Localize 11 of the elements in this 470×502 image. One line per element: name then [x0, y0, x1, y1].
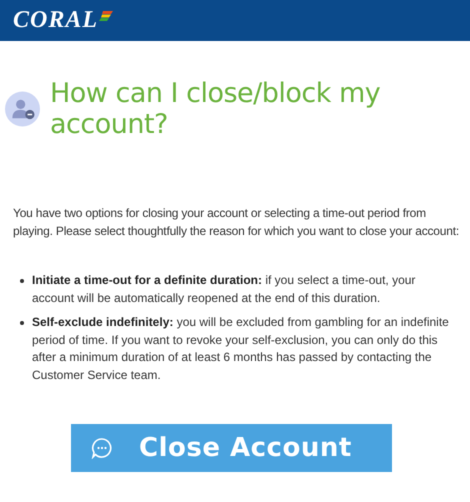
option-paragraph: Self-exclude indefinitely: you will be excluded from gambling for an indefinite period of time. If you want to revoke your self-exclusion, you can only do this after a minimum duration of at least 6 months has passed by contacting the Customer Service team.	[32, 314, 450, 384]
option-paragraph: Initiate a time-out for a definite duration: if you select a time-out, your account will be automatically reopened at the end of this duration.	[32, 272, 416, 306]
flag-icon	[99, 10, 114, 20]
page-title: How can I close/block my account?	[50, 78, 382, 140]
intro-paragraph: You have two options for closing your account or selecting a time-out period from playing. Please select thoughtfully the reason for which you want to close your account:	[13, 205, 460, 240]
chat-icon	[91, 437, 113, 459]
close-account-button[interactable]: Close Account	[71, 424, 392, 472]
bullet-icon	[20, 279, 24, 283]
logo: CORAL	[13, 7, 98, 34]
user-minus-icon	[5, 90, 40, 128]
bullet-icon	[20, 321, 24, 325]
